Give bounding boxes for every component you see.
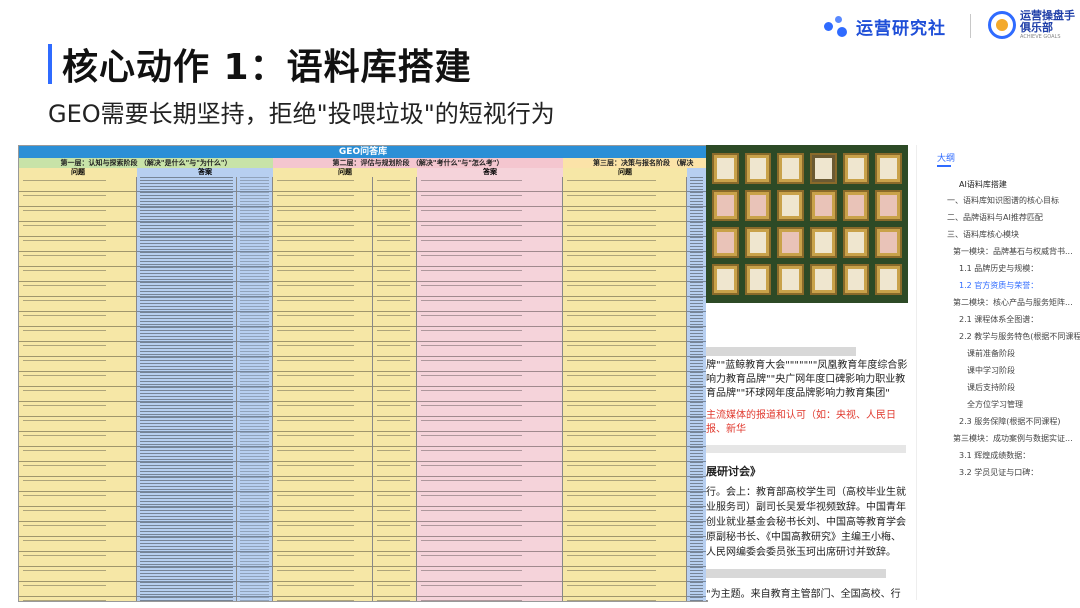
outline-item-12[interactable]: 课后支持阶段 bbox=[967, 382, 1015, 393]
brand-dots-icon bbox=[822, 14, 850, 38]
outline-item-14[interactable]: 2.3 服务保障(根据不同课程) bbox=[959, 416, 1061, 427]
outline-item-6[interactable]: 1.2 官方资质与荣誉： bbox=[959, 280, 1038, 291]
col-header-question-1: 问题 bbox=[19, 168, 137, 177]
page-subtitle: GEO需要长期坚持，拒绝"投喂垃圾"的短视行为 bbox=[48, 100, 555, 128]
outline-title: 大纲 bbox=[937, 151, 955, 167]
sheet-sections: 第一层：认知与探索阶段 （解决"是什么"与"为什么"） 第二层：评估与规划阶段 … bbox=[19, 158, 707, 168]
doc-body-paragraph-2: "为主题。来自教育主管部门、全国高校、行业学会的专家学 bbox=[706, 589, 901, 600]
grid-answer-col-3 bbox=[687, 177, 707, 601]
brand-logo-club: 运营操盘手 俱乐部 ACHIEVE GOALS bbox=[988, 10, 1075, 40]
grid-question-col-2 bbox=[273, 177, 373, 601]
col-header-answer-2: 答案 bbox=[417, 168, 563, 177]
grid-question-col-2b bbox=[373, 177, 417, 601]
sheet-grid bbox=[19, 177, 707, 601]
outline-item-9[interactable]: 2.2 教学与服务特色(根据不同课程 bbox=[959, 331, 1080, 342]
sheet-title: GEO问答库 bbox=[19, 146, 707, 158]
doc-heading: 展研讨会》 bbox=[706, 465, 761, 478]
document-panel: ⧉ 牌""蓝鲸教育大会"""""""凤凰教育年度综合影响力教育品牌""央广网年度… bbox=[706, 145, 914, 600]
col-header-answer-3 bbox=[687, 168, 707, 177]
col-header-answer-1: 答案 bbox=[137, 168, 273, 177]
section-stage-3: 第三层：决策与报名阶段 （解决 bbox=[563, 158, 707, 168]
outline-item-15[interactable]: 第三模块：成功案例与数据实证... bbox=[953, 433, 1073, 444]
outline-item-11[interactable]: 课中学习阶段 bbox=[967, 365, 1015, 376]
club-name-line2: 俱乐部 bbox=[1020, 21, 1053, 34]
doc-awards-text: 牌""蓝鲸教育大会"""""""凤凰教育年度综合影响力教育品牌""央广网年度口碑… bbox=[706, 345, 910, 437]
club-ring-icon bbox=[988, 11, 1016, 39]
grid-answer-col-1b bbox=[237, 177, 273, 601]
grid-question-col-1 bbox=[19, 177, 137, 601]
page-title: 核心动作 1：语料库搭建 bbox=[62, 47, 472, 88]
doc-awards-quote: 牌""蓝鲸教育大会"""""""凤凰教育年度综合影响力教育品牌""央广网年度口碑… bbox=[706, 360, 908, 399]
outline-item-8[interactable]: 2.1 课程体系全图谱： bbox=[959, 314, 1038, 325]
brand-separator bbox=[970, 14, 971, 38]
title-accent-bar bbox=[48, 44, 52, 84]
outline-item-17[interactable]: 3.2 学员见证与口碑： bbox=[959, 467, 1038, 478]
certificates-image bbox=[706, 145, 908, 303]
col-header-question-2: 问题 bbox=[273, 168, 417, 177]
grid-answer-col-2 bbox=[417, 177, 563, 601]
grid-question-col-3 bbox=[563, 177, 687, 601]
col-header-question-3: 问题 bbox=[563, 168, 687, 177]
brand-name: 运营研究社 bbox=[856, 18, 946, 39]
section-stage-2: 第二层：评估与规划阶段 （解决"考什么"与"怎么考"） bbox=[273, 158, 563, 168]
outline-item-10[interactable]: 课前准备阶段 bbox=[967, 348, 1015, 359]
doc-body: 行。会上：教育部高校学生司（高校毕业生就业服务司）副司长吴爱华视频致辞。中国青年… bbox=[706, 485, 910, 600]
qa-spreadsheet: GEO问答库 第一层：认知与探索阶段 （解决"是什么"与"为什么"） 第二层：评… bbox=[18, 145, 708, 602]
section-stage-1: 第一层：认知与探索阶段 （解决"是什么"与"为什么"） bbox=[19, 158, 273, 168]
outline-item-1[interactable]: 一、语料库知识图谱的核心目标 bbox=[947, 195, 1059, 206]
doc-redacted-line bbox=[706, 445, 906, 453]
doc-media-line: 主流媒体的报道和认可（如：央视、人民日报、新华 bbox=[706, 410, 896, 435]
doc-body-paragraph: 行。会上：教育部高校学生司（高校毕业生就业服务司）副司长吴爱华视频致辞。中国青年… bbox=[706, 487, 906, 558]
outline-item-7[interactable]: 第二模块：核心产品与服务矩阵... bbox=[953, 297, 1073, 308]
grid-answer-col-1a bbox=[137, 177, 237, 601]
outline-item-3[interactable]: 三、语料库核心模块 bbox=[947, 229, 1019, 240]
club-name-en: ACHIEVE GOALS bbox=[1020, 34, 1061, 40]
brand-logo-yunying: 运营研究社 bbox=[822, 12, 946, 40]
outline-item-4[interactable]: 第一模块：品牌基石与权威背书... bbox=[953, 246, 1073, 257]
outline-item-0[interactable]: AI语料库搭建 bbox=[959, 179, 1007, 190]
outline-item-2[interactable]: 二、品牌语料与AI推荐匹配 bbox=[947, 212, 1043, 223]
outline-item-5[interactable]: 1.1 品牌历史与规模： bbox=[959, 263, 1038, 274]
outline-item-16[interactable]: 3.1 辉煌成绩数据： bbox=[959, 450, 1030, 461]
outline-panel: 大纲 AI语料库搭建 一、语料库知识图谱的核心目标 二、品牌语料与AI推荐匹配 … bbox=[916, 145, 1080, 600]
outline-item-13[interactable]: 全方位学习管理 bbox=[967, 399, 1023, 410]
